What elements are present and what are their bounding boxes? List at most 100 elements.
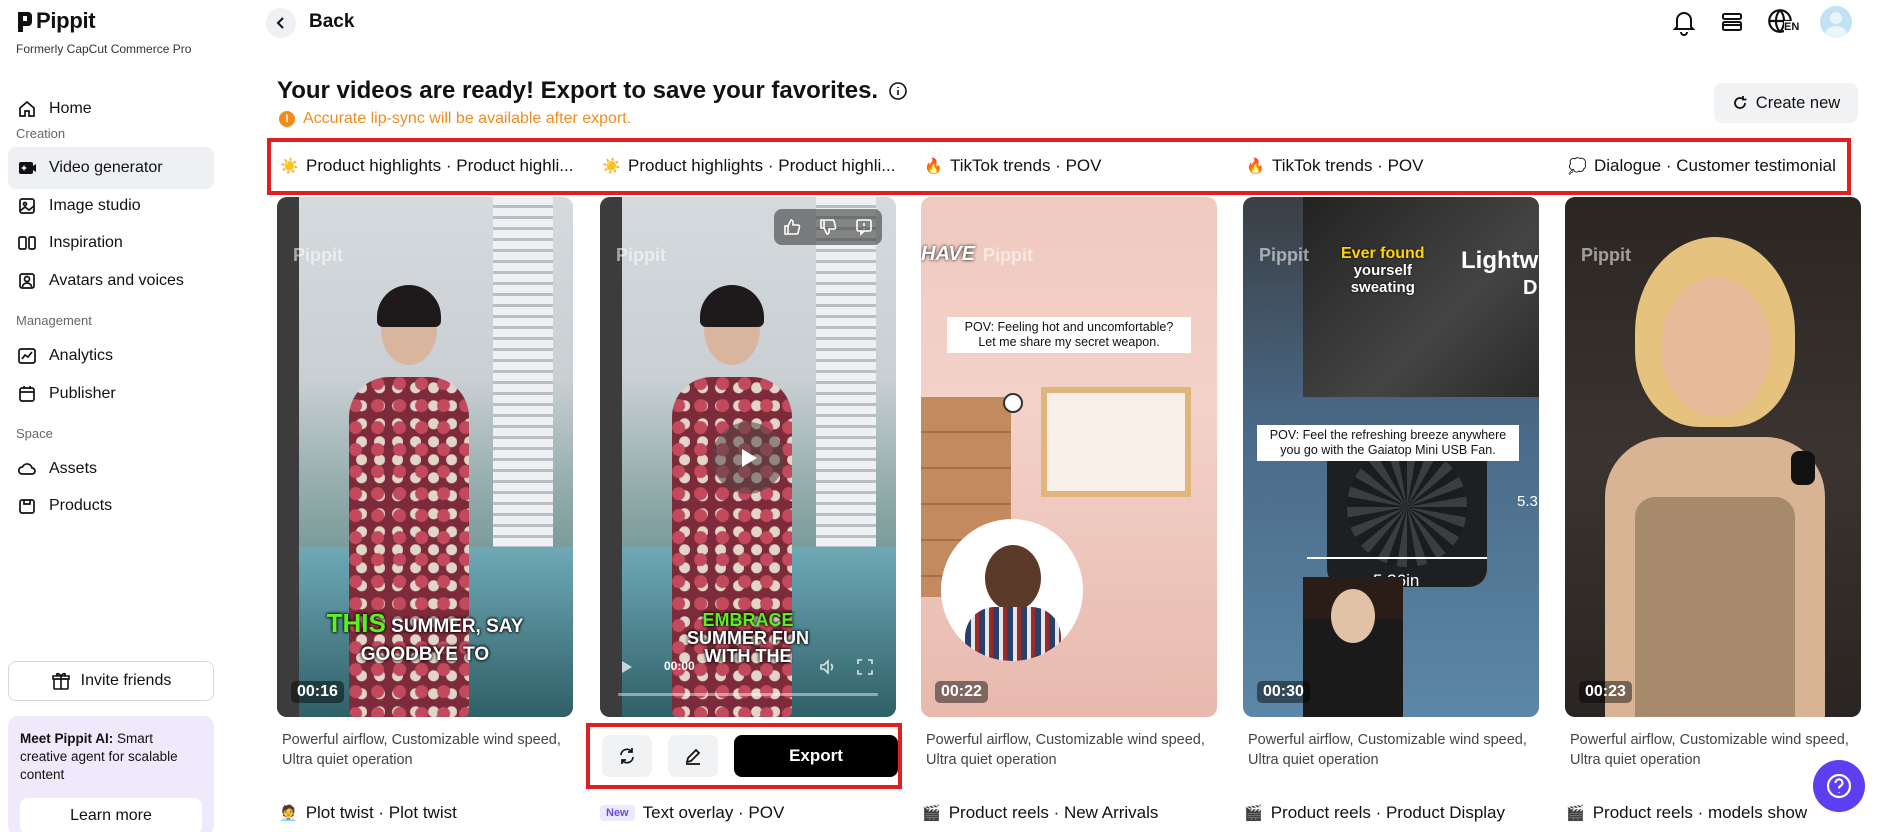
dimension-line <box>1307 557 1487 559</box>
speech-bubble: POV: Feel the refreshing breeze anywhere… <box>1257 425 1519 461</box>
create-new-button[interactable]: Create new <box>1714 83 1858 123</box>
clapper-icon: 🎬 <box>922 805 941 822</box>
sidebar-item-publisher[interactable]: Publisher <box>8 373 214 415</box>
category-tag[interactable]: 🔥 TikTok trends · POV <box>1246 156 1423 176</box>
video-card[interactable]: Pippit Ever found yourself sweating Ligh… <box>1243 197 1539 717</box>
sidebar-item-label: Home <box>49 100 92 117</box>
volume-icon[interactable] <box>818 657 838 677</box>
help-button[interactable] <box>1813 760 1865 812</box>
section-space: Space <box>16 426 53 441</box>
back-button[interactable] <box>266 8 296 38</box>
sidebar-item-assets[interactable]: Assets <box>8 448 214 490</box>
cloud-icon <box>17 463 36 475</box>
progress-bar[interactable] <box>618 693 878 696</box>
analytics-icon <box>18 348 36 364</box>
thumbs-down-icon[interactable] <box>818 217 838 237</box>
category-tag[interactable]: 🔥 TikTok trends · POV <box>924 156 1101 176</box>
sidebar-item-label: Publisher <box>49 385 116 402</box>
home-icon <box>19 100 35 117</box>
edit-button[interactable] <box>668 735 718 777</box>
video-duration: 00:30 <box>1257 681 1310 703</box>
sidebar-item-analytics[interactable]: Analytics <box>8 335 214 377</box>
feedback-toolbar <box>774 209 882 245</box>
presenter-head <box>985 545 1041 611</box>
video-description: Powerful airflow, Customizable wind spee… <box>1248 732 1527 768</box>
presenter-circle <box>941 519 1083 661</box>
avatar-voice-icon <box>19 273 35 289</box>
report-icon[interactable] <box>854 217 874 237</box>
invite-friends-button[interactable]: Invite friends <box>8 661 214 701</box>
overlay-side-text: Lightw <box>1461 247 1539 274</box>
section-creation: Creation <box>16 126 66 141</box>
watermark: Pippit <box>1581 245 1631 265</box>
category-tag[interactable]: 💭 Dialogue · Customer testimonial <box>1568 156 1836 176</box>
watermark: Pippit <box>616 245 666 265</box>
category-row: ☀️ Product highlights · Product highli...… <box>267 138 1851 195</box>
calendar-icon <box>19 386 35 402</box>
template-label[interactable]: 🎬 Product reels · models show <box>1566 803 1807 823</box>
sidebar-item-label: Image studio <box>49 197 141 214</box>
inspiration-icon <box>18 236 36 250</box>
back-label[interactable]: Back <box>309 11 354 33</box>
video-card[interactable]: Pippit 00:23 <box>1565 197 1861 717</box>
user-avatar[interactable] <box>1820 6 1852 38</box>
presenter-graphic <box>1303 577 1403 717</box>
dimension-label-2: 5.3 <box>1517 493 1538 510</box>
wall-clock-graphic <box>1003 393 1023 413</box>
video-duration: 00:16 <box>291 681 344 703</box>
fullscreen-icon[interactable] <box>856 658 874 676</box>
sidebar-item-home[interactable]: Home <box>8 88 214 130</box>
invite-friends-label: Invite friends <box>80 672 172 689</box>
sidebar-item-products[interactable]: Products <box>8 485 214 527</box>
small-play-icon[interactable] <box>620 659 634 675</box>
watermark: Pippit <box>293 245 343 265</box>
logo-text: Pippit <box>36 8 96 33</box>
playback-time: 00:00 <box>664 659 695 673</box>
export-button[interactable]: Export <box>734 735 898 777</box>
video-description: Powerful airflow, Customizable wind spee… <box>926 732 1205 768</box>
sidebar-item-video-generator[interactable]: Video generator <box>8 147 214 189</box>
regenerate-icon <box>620 748 634 764</box>
sidebar-item-label: Analytics <box>49 347 114 364</box>
pencil-icon <box>685 748 701 765</box>
presenter-head <box>1331 589 1375 643</box>
sidebar-item-label: Inspiration <box>49 234 123 251</box>
video-card[interactable]: HAVE Pippit POV: Feeling hot and uncomfo… <box>921 197 1217 717</box>
fan-grill-graphic <box>1347 447 1467 567</box>
fire-icon: 🔥 <box>1246 158 1265 175</box>
promo-text: Meet Pippit AI: Smart creative agent for… <box>20 731 178 782</box>
section-management: Management <box>16 313 92 328</box>
regenerate-button[interactable] <box>602 735 652 777</box>
person-face <box>1661 277 1771 417</box>
video-card-active[interactable]: Pippit EMBRACE SUMMER FUN WITH THE 00:00 <box>600 197 896 717</box>
product-box-icon <box>19 499 35 514</box>
promo-card: Meet Pippit AI: Smart creative agent for… <box>8 716 214 832</box>
template-label[interactable]: New Text overlay · POV <box>600 803 784 823</box>
learn-more-button[interactable]: Learn more <box>20 798 202 832</box>
clapper-icon: 🎬 <box>1566 805 1585 822</box>
language-selector[interactable]: EN <box>1766 7 1800 37</box>
logo[interactable]: Pippit <box>16 8 96 34</box>
whiteboard-graphic <box>1041 387 1191 497</box>
category-tag[interactable]: ☀️ Product highlights · Product highli... <box>602 156 895 176</box>
sidebar-item-avatars[interactable]: Avatars and voices <box>8 260 214 302</box>
template-label[interactable]: 🧑‍💼 Plot twist · Plot twist <box>279 803 457 823</box>
sidebar-item-image-studio[interactable]: Image studio <box>8 185 214 227</box>
sidebar-item-label: Avatars and voices <box>49 272 184 289</box>
template-label[interactable]: 🎬 Product reels · Product Display <box>1244 803 1505 823</box>
image-studio-icon <box>19 198 35 214</box>
info-icon[interactable] <box>888 81 908 101</box>
layers-icon[interactable] <box>1718 8 1746 36</box>
sidebar-item-inspiration[interactable]: Inspiration <box>8 222 214 264</box>
microphone-graphic <box>1791 451 1815 485</box>
video-card[interactable]: Pippit THIS SUMMER, SAY GOODBYE TO 00:16 <box>277 197 573 717</box>
action-bar: Export <box>586 723 902 789</box>
presenter-shirt <box>965 607 1061 661</box>
play-button[interactable] <box>712 422 784 494</box>
thumbs-up-icon[interactable] <box>782 217 802 237</box>
thought-bubble-icon: 💭 <box>1568 158 1587 175</box>
sidebar: Pippit Formerly CapCut Commerce Pro Home… <box>0 0 222 832</box>
category-tag[interactable]: ☀️ Product highlights · Product highli... <box>280 156 573 176</box>
bell-icon[interactable] <box>1670 8 1698 36</box>
template-label[interactable]: 🎬 Product reels · New Arrivals <box>922 803 1158 823</box>
